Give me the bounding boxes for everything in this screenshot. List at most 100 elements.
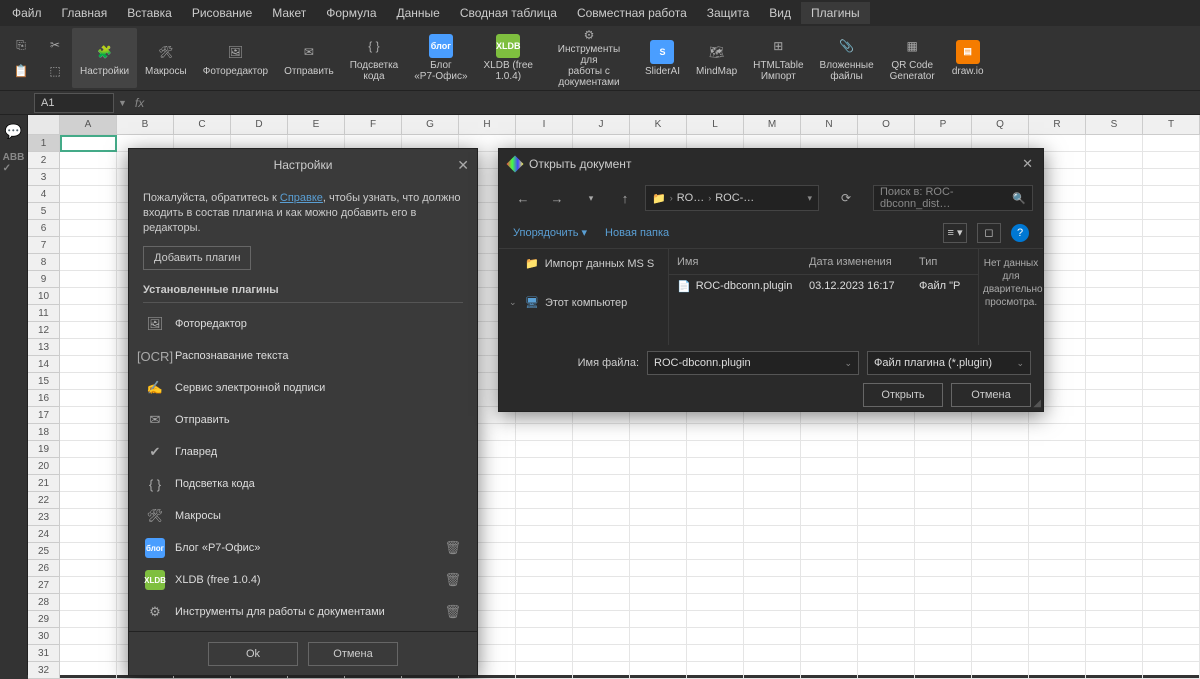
row-header[interactable]: 22	[28, 492, 59, 509]
plugin-item[interactable]: { }Подсветка кода	[143, 469, 463, 499]
row-header[interactable]: 24	[28, 526, 59, 543]
paste-icon[interactable]: 📋	[10, 60, 32, 82]
row-header[interactable]: 20	[28, 458, 59, 475]
menu-Плагины[interactable]: Плагины	[801, 2, 870, 24]
col-header[interactable]: H	[459, 115, 516, 134]
ribbon-blog[interactable]: блогБлог«Р7-Офис»	[406, 28, 475, 88]
row-header[interactable]: 7	[28, 237, 59, 254]
plugin-item[interactable]: 🛠Макросы	[143, 501, 463, 531]
ribbon-slider[interactable]: SSliderAI	[637, 28, 688, 88]
tree-item[interactable]: 📁Импорт данных MS S	[507, 253, 660, 274]
plugin-item[interactable]: блогБлог «Р7-Офис»🗑	[143, 533, 463, 563]
col-header[interactable]: D	[231, 115, 288, 134]
ribbon-htmltable[interactable]: ⊞HTMLTableИмпорт	[745, 28, 811, 88]
namebox[interactable]	[34, 93, 114, 113]
ribbon-mail[interactable]: ✉Отправить	[276, 28, 342, 88]
file-row[interactable]: 📄ROC-dbconn.plugin03.12.2023 16:17Файл "…	[669, 275, 978, 297]
chevron-down-icon[interactable]: ▾	[577, 185, 605, 211]
menu-Главная[interactable]: Главная	[52, 2, 118, 24]
spellcheck-icon[interactable]: ABB✓	[3, 152, 25, 174]
row-header[interactable]: 17	[28, 407, 59, 424]
back-icon[interactable]: ←	[509, 185, 537, 211]
row-header[interactable]: 8	[28, 254, 59, 271]
ribbon-tools[interactable]: 🛠Макросы	[137, 28, 195, 88]
cancel-button[interactable]: Отмена	[308, 642, 398, 666]
row-header[interactable]: 9	[28, 271, 59, 288]
view-mode-button[interactable]: ≡ ▾	[943, 223, 967, 243]
col-header[interactable]: M	[744, 115, 801, 134]
ribbon-photo[interactable]: 🖼Фоторедактор	[195, 28, 276, 88]
delete-icon[interactable]: 🗑	[444, 572, 461, 588]
row-header[interactable]: 31	[28, 645, 59, 662]
col-header[interactable]: E	[288, 115, 345, 134]
menu-Вставка[interactable]: Вставка	[117, 2, 182, 24]
select-icon[interactable]: ⬚	[44, 60, 66, 82]
col-header[interactable]: G	[402, 115, 459, 134]
ribbon-puzzle[interactable]: 🧩Настройки	[72, 28, 137, 88]
filename-combo[interactable]: ROC-dbconn.plugin⌄	[647, 351, 859, 375]
col-header[interactable]: R	[1029, 115, 1086, 134]
col-header[interactable]: C	[174, 115, 231, 134]
ribbon-doctools[interactable]: ⚙Инструменты дляработы с документами	[541, 28, 637, 88]
row-header[interactable]: 18	[28, 424, 59, 441]
row-header[interactable]: 1	[28, 135, 59, 152]
tree-item[interactable]: ⌄🖥Этот компьютер	[507, 292, 660, 313]
menu-Совместная работа[interactable]: Совместная работа	[567, 2, 697, 24]
col-header[interactable]: N	[801, 115, 858, 134]
col-header[interactable]: T	[1143, 115, 1200, 134]
help-icon[interactable]: ?	[1011, 224, 1029, 242]
row-header[interactable]: 15	[28, 373, 59, 390]
row-header[interactable]: 10	[28, 288, 59, 305]
ribbon-drawio[interactable]: ▤draw.io	[943, 28, 993, 88]
row-header[interactable]: 11	[28, 305, 59, 322]
folder-tree[interactable]: 📁Импорт данных MS S ⌄🖥Этот компьютер	[499, 249, 669, 345]
plugin-item[interactable]: ✍Сервис электронной подписи	[143, 373, 463, 403]
row-header[interactable]: 32	[28, 662, 59, 679]
row-header[interactable]: 14	[28, 356, 59, 373]
col-header[interactable]: O	[858, 115, 915, 134]
refresh-icon[interactable]: ⟳	[833, 185, 859, 211]
cancel-button[interactable]: Отмена	[951, 383, 1031, 407]
row-header[interactable]: 26	[28, 560, 59, 577]
ribbon-xldb[interactable]: XLDBXLDB (free1.0.4)	[476, 28, 541, 88]
col-header[interactable]: J	[573, 115, 630, 134]
organize-menu[interactable]: Упорядочить ▾	[513, 226, 587, 239]
ribbon-attach[interactable]: 📎Вложенныефайлы	[812, 28, 882, 88]
ribbon-qr[interactable]: ▦QR CodeGenerator	[882, 28, 943, 88]
add-plugin-button[interactable]: Добавить плагин	[143, 246, 251, 270]
resize-grip-icon[interactable]: ◢	[1033, 398, 1041, 409]
col-header[interactable]: S	[1086, 115, 1143, 134]
new-folder-button[interactable]: Новая папка	[605, 227, 669, 239]
comments-icon[interactable]: 💬	[5, 123, 22, 140]
row-header[interactable]: 16	[28, 390, 59, 407]
row-header[interactable]: 12	[28, 322, 59, 339]
col-header[interactable]: A	[60, 115, 117, 134]
menu-Рисование[interactable]: Рисование	[182, 2, 262, 24]
col-header[interactable]: I	[516, 115, 573, 134]
menu-Макет[interactable]: Макет	[262, 2, 316, 24]
row-header[interactable]: 13	[28, 339, 59, 356]
menu-Данные[interactable]: Данные	[387, 2, 450, 24]
plugin-item[interactable]: ⚙Инструменты для работы с документами🗑	[143, 597, 463, 627]
close-icon[interactable]: ✕	[1022, 156, 1033, 172]
ribbon-mindmap[interactable]: 🗺MindMap	[688, 28, 745, 88]
row-header[interactable]: 21	[28, 475, 59, 492]
menu-Защита[interactable]: Защита	[697, 2, 760, 24]
plugin-item[interactable]: 🖼Фоторедактор	[143, 309, 463, 339]
menu-Файл[interactable]: Файл	[2, 2, 52, 24]
plugin-item[interactable]: ✔Главред	[143, 437, 463, 467]
row-header[interactable]: 19	[28, 441, 59, 458]
col-header[interactable]: K	[630, 115, 687, 134]
delete-icon[interactable]: 🗑	[444, 604, 461, 620]
col-header[interactable]: B	[117, 115, 174, 134]
plugin-item[interactable]: ✉Отправить	[143, 405, 463, 435]
col-header[interactable]: L	[687, 115, 744, 134]
menu-Сводная таблица[interactable]: Сводная таблица	[450, 2, 567, 24]
ok-button[interactable]: Ok	[208, 642, 298, 666]
menu-Вид[interactable]: Вид	[759, 2, 801, 24]
cut-icon[interactable]: ✂	[44, 34, 66, 56]
plugin-item[interactable]: XLDBXLDB (free 1.0.4)🗑	[143, 565, 463, 595]
row-header[interactable]: 28	[28, 594, 59, 611]
up-icon[interactable]: ↑	[611, 185, 639, 211]
forward-icon[interactable]: →	[543, 185, 571, 211]
